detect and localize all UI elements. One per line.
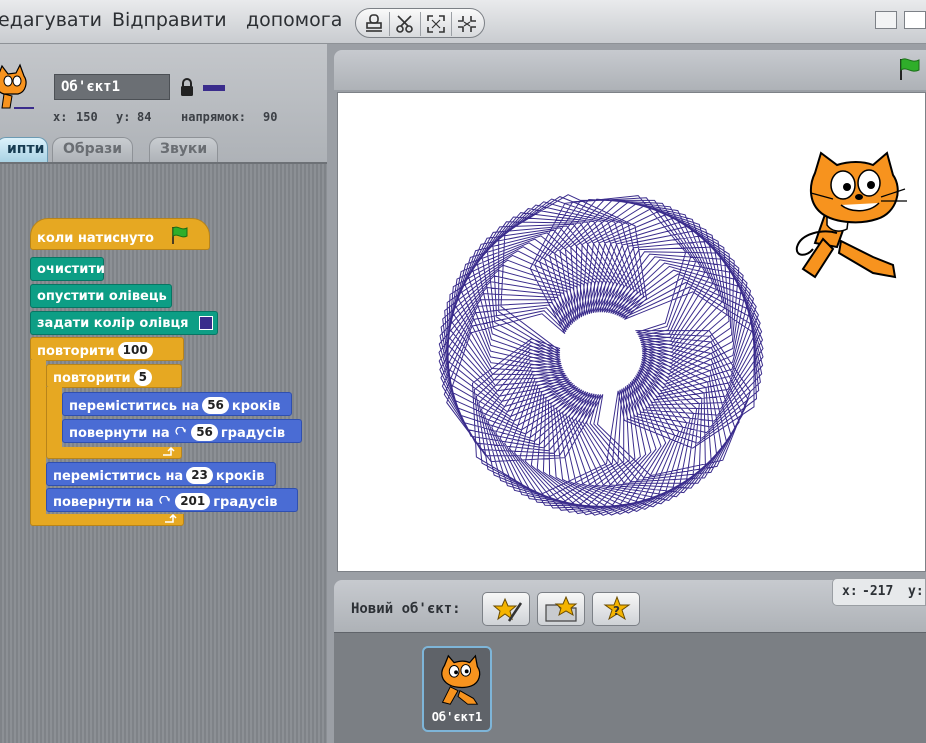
repeat-outer-foot [30, 514, 184, 526]
when-flag-clicked-label: коли натиснуто [37, 231, 154, 246]
inner-turn-block[interactable]: повернути на 56 градусів [62, 419, 302, 443]
repeat-outer-label: повторити [37, 344, 115, 359]
menu-share[interactable]: Відправити [112, 9, 227, 31]
small-stage-mode-button[interactable] [875, 11, 897, 29]
grow-icon[interactable] [423, 12, 449, 36]
repeat-outer-arm [30, 360, 46, 514]
repeat-inner-label: повторити [53, 371, 131, 386]
outer-turn-block[interactable]: повернути на 201 градусів [46, 488, 298, 512]
mouse-x-value: -217 [862, 584, 894, 599]
lock-icon[interactable] [180, 77, 194, 97]
loop-arrow-icon [163, 447, 175, 456]
tab-scripts[interactable]: ипти [0, 137, 48, 162]
pen-down-label: опустити олівець [37, 289, 167, 304]
menu-help[interactable]: допомога [246, 9, 342, 31]
pen-color-swatch [203, 85, 225, 91]
tab-costumes[interactable]: Образи [52, 137, 134, 162]
sprite-y-value: 84 [137, 110, 152, 124]
shrink-icon[interactable] [454, 12, 480, 36]
inner-move-block[interactable]: переміститись на 56 кроків [62, 392, 292, 416]
inner-move-steps[interactable]: 56 [202, 397, 229, 414]
stage-canvas [438, 151, 907, 516]
cursor-tools [355, 8, 485, 38]
clear-block[interactable]: очистити [30, 257, 105, 281]
sprite-direction-label: напрямок: [181, 110, 247, 124]
inner-turn-degrees[interactable]: 56 [191, 424, 218, 441]
stamp-icon[interactable] [361, 12, 387, 36]
svg-text:?: ? [613, 604, 620, 618]
choose-sprite-button[interactable] [537, 592, 585, 626]
repeat-inner-block[interactable]: повторити 5 [46, 364, 182, 388]
scissors-icon[interactable] [392, 12, 418, 36]
green-flag-icon [172, 226, 188, 244]
sprite-direction-value: 90 [263, 110, 278, 124]
pen-trail [438, 194, 764, 516]
random-sprite-button[interactable]: ? [592, 592, 640, 626]
outer-move-label: переміститись на [53, 469, 184, 484]
cat-sprite[interactable] [795, 151, 907, 279]
loop-arrow-icon [165, 514, 177, 523]
outer-move-steps[interactable]: 23 [186, 467, 213, 484]
repeat-inner-arm [46, 387, 62, 449]
random-sprite-icon: ? [603, 595, 631, 621]
turn-right-icon [175, 427, 187, 436]
mouse-x-label: x: [842, 584, 858, 599]
menu-edit[interactable]: едагувати [0, 9, 102, 31]
repeat-inner-foot [46, 447, 182, 459]
pen-down-block[interactable]: опустити олівець [30, 284, 172, 308]
outer-move-unit: кроків [215, 469, 265, 484]
menu-bar: едагувати Відправити допомога [0, 0, 926, 44]
choose-sprite-folder-icon [545, 595, 578, 622]
inner-turn-label: повернути на [69, 426, 170, 441]
repeat-outer-count[interactable]: 100 [117, 342, 153, 359]
sprite-info-panel: Об'єкт1 x: 150 y: 84 напрямок: 90 ипти О… [0, 44, 327, 162]
mouse-y-label: y: [908, 584, 924, 599]
outer-turn-degrees[interactable]: 201 [175, 493, 211, 510]
stage-header [334, 50, 926, 90]
green-flag-icon[interactable] [896, 56, 922, 82]
outer-move-block[interactable]: переміститись на 23 кроків [46, 462, 276, 486]
repeat-outer-block[interactable]: повторити 100 [30, 337, 184, 361]
sprite-x-label: x: [53, 110, 68, 124]
set-pen-color-block[interactable]: задати колір олівця [30, 311, 218, 335]
sprite-tile-cat-icon [441, 654, 481, 705]
tab-sounds[interactable]: Звуки [149, 137, 219, 162]
inner-move-unit: кроків [231, 399, 281, 414]
normal-stage-mode-button[interactable] [904, 11, 926, 29]
pen-drawing [438, 194, 764, 516]
stage[interactable] [337, 92, 926, 572]
sprite-y-label: y: [116, 110, 131, 124]
pen-color-input[interactable] [199, 316, 213, 330]
paint-sprite-button[interactable] [482, 592, 530, 626]
new-sprite-label: Новий об'єкт: [351, 601, 461, 617]
when-flag-clicked-block[interactable]: коли натиснуто [30, 218, 210, 250]
repeat-inner-count[interactable]: 5 [133, 369, 153, 386]
sprite-thumbnail-icon [0, 63, 34, 109]
clear-label: очистити [37, 262, 105, 277]
outer-turn-unit: градусів [213, 495, 278, 510]
set-pen-color-label: задати колір олівця [37, 316, 189, 331]
turn-right-icon [159, 496, 171, 505]
inner-turn-unit: градусів [220, 426, 286, 441]
inner-move-label: переміститись на [69, 399, 200, 414]
paint-sprite-icon [492, 597, 523, 622]
sprite-name-field[interactable]: Об'єкт1 [54, 74, 170, 100]
sprite-x-value: 150 [76, 110, 98, 124]
sprite-tile-name: Об'єкт1 [431, 710, 483, 724]
outer-turn-label: повернути на [53, 495, 154, 510]
